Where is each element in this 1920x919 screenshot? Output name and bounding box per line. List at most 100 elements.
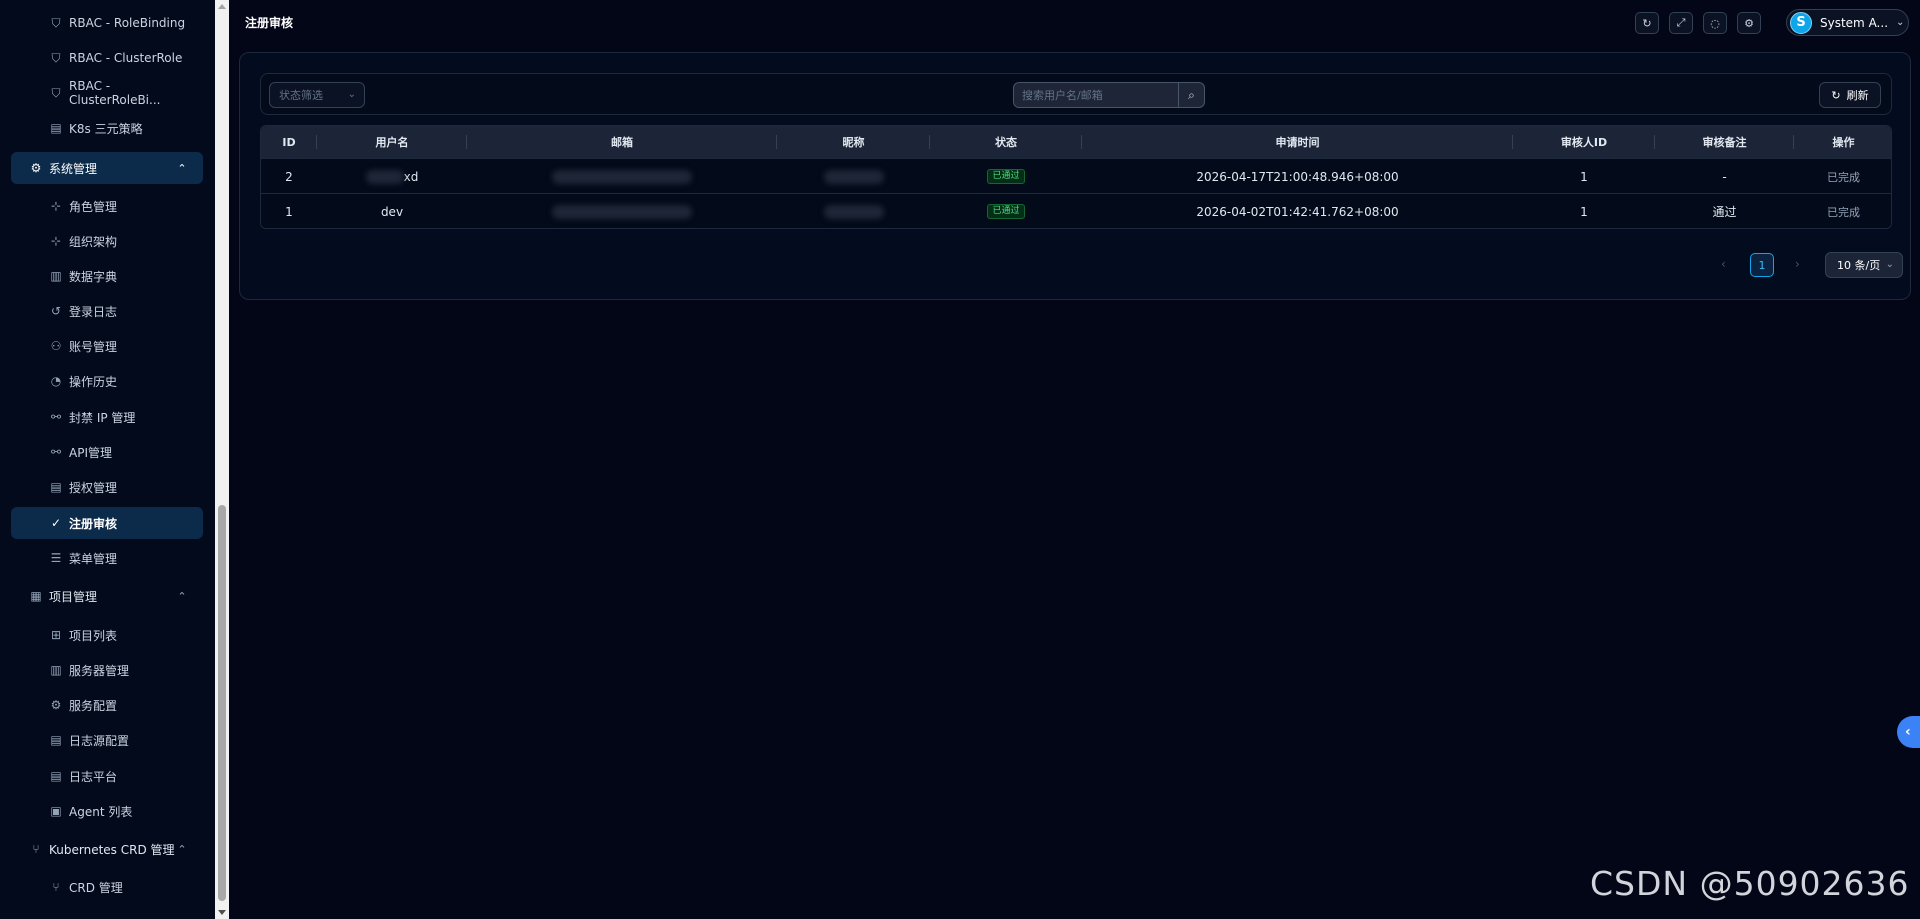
search-button[interactable]: ⌕ — [1178, 83, 1204, 107]
book-icon: ▥ — [50, 663, 62, 677]
page-title: 注册审核 — [245, 16, 294, 30]
chevron-down-icon: ⌄ — [1885, 259, 1894, 270]
sidebar-item-api[interactable]: ⚯ API管理 — [11, 436, 203, 468]
sidebar-item-agent-list[interactable]: ▣ Agent 列表 — [11, 795, 203, 827]
sidebar-item-auth[interactable]: ▤ 授权管理 — [11, 471, 203, 503]
sidebar-item-label: 菜单管理 — [69, 551, 118, 566]
sidebar-item-label: 登录日志 — [69, 304, 118, 319]
sidebar-item-label: 封禁 IP 管理 — [69, 410, 136, 425]
pagination-next-button[interactable]: › — [1795, 257, 1800, 271]
sidebar-item-label: Agent 列表 — [69, 804, 133, 819]
sidebar-item-label: CRD 管理 — [69, 880, 123, 895]
sidebar-item-k8s-policy[interactable]: ▤ K8s 三元策略 — [11, 112, 203, 144]
cell-reviewer-id: 1 — [1580, 169, 1588, 184]
sidebar-item-registration-review[interactable]: ✓ 注册审核 — [11, 507, 203, 539]
sidebar-group-system[interactable]: ⚙ 系统管理 ⌃ — [11, 152, 203, 184]
pagination-prev-button[interactable]: ‹ — [1721, 257, 1726, 271]
cell-reviewer-id: 1 — [1580, 204, 1588, 219]
sidebar-scrollbar[interactable] — [215, 0, 229, 919]
sidebar-group-label: 系统管理 — [49, 161, 98, 176]
column-header-email: 邮箱 — [467, 126, 777, 158]
page-size-select[interactable]: 10 条/页 ⌄ — [1825, 252, 1903, 278]
fullscreen-button[interactable]: ⤢ — [1669, 12, 1693, 34]
sidebar-item-accounts[interactable]: ⚇ 账号管理 — [11, 330, 203, 362]
link-icon: ⚯ — [50, 445, 62, 459]
search-input[interactable] — [1014, 83, 1178, 107]
sidebar-item-label: 账号管理 — [69, 339, 118, 354]
sidebar-item-rbac-clusterrolebinding[interactable]: ⛉ RBAC - ClusterRoleBi... — [11, 77, 203, 109]
sidebar-item-dictionary[interactable]: ▥ 数据字典 — [11, 260, 203, 292]
column-header-nickname: 昵称 — [777, 126, 930, 158]
scroll-up-arrow-icon[interactable] — [218, 4, 226, 9]
sidebar-item-log-source[interactable]: ▤ 日志源配置 — [11, 724, 203, 756]
sidebar-item-label: RBAC - ClusterRole — [69, 51, 183, 65]
reload-button[interactable]: ↻ — [1635, 12, 1659, 34]
chevron-left-icon: ‹ — [1905, 724, 1911, 740]
refresh-label: 刷新 — [1846, 89, 1869, 102]
cell-applied-at: 2026-04-17T21:00:48.946+08:00 — [1196, 169, 1399, 184]
main-content: 注册审核 ↻ ⤢ ◌ ⚙ S System A... ⌄ 状态筛选 ⌄ 搜索用户… — [229, 0, 1920, 919]
document-icon: ▤ — [50, 769, 62, 783]
sidebar-item-servers[interactable]: ▥ 服务器管理 — [11, 654, 203, 686]
chevron-up-icon: ⌃ — [177, 589, 187, 603]
sidebar-item-rbac-clusterrole[interactable]: ⛉ RBAC - ClusterRole — [11, 42, 203, 74]
shield-icon: ⛉ — [51, 86, 61, 100]
settings-button[interactable]: ⚙ — [1737, 12, 1761, 34]
theme-button[interactable]: ◌ — [1703, 12, 1727, 34]
status-filter-select[interactable]: 状态筛选 ⌄ — [269, 82, 365, 108]
sidebar-item-org[interactable]: ⊹ 组织架构 — [11, 225, 203, 257]
table-row: 2 xd 已通过 2026-04-17T21:00:48.946+08:00 1… — [261, 158, 1891, 194]
hierarchy-icon: ⊹ — [50, 199, 62, 213]
user-menu[interactable]: S System A... ⌄ — [1786, 9, 1909, 36]
status-filter-placeholder: 状态筛选 — [279, 89, 323, 102]
shield-icon: ⛉ — [51, 51, 61, 65]
document-icon: ▤ — [50, 733, 62, 747]
sidebar-group-k8s-crd[interactable]: ⑂ Kubernetes CRD 管理 ⌃ — [11, 833, 203, 865]
reload-icon: ↻ — [1642, 16, 1652, 30]
cell-nickname — [777, 159, 930, 194]
chevron-up-icon: ⌃ — [177, 161, 187, 175]
refresh-button[interactable]: ↻ 刷新 — [1819, 82, 1881, 108]
column-header-applied-at: 申请时间 — [1082, 126, 1513, 158]
sidebar-item-label: RBAC - ClusterRoleBi... — [69, 79, 161, 107]
scrollbar-thumb[interactable] — [218, 505, 226, 901]
column-header-action: 操作 — [1832, 136, 1855, 149]
expand-icon: ⤢ — [1676, 16, 1686, 29]
topbar: 注册审核 ↻ ⤢ ◌ ⚙ S System A... ⌄ — [229, 0, 1920, 44]
monitor-icon: ▣ — [50, 804, 62, 818]
registration-review-card: 状态筛选 ⌄ ⌕ ↻ 刷新 ID 用户名 邮箱 昵称 状态 申请时间 — [239, 52, 1911, 300]
sidebar-item-crd[interactable]: ⑂ CRD 管理 — [11, 871, 203, 903]
sidebar-item-login-log[interactable]: ↺ 登录日志 — [11, 295, 203, 327]
sidebar: ⛉ RBAC - RoleBinding ⛉ RBAC - ClusterRol… — [0, 0, 215, 919]
sidebar-item-project-list[interactable]: ⊞ 项目列表 — [11, 619, 203, 651]
sidebar-item-service-config[interactable]: ⚙ 服务配置 — [11, 689, 203, 721]
gear-icon: ⚙ — [30, 161, 42, 175]
cell-id: 1 — [285, 204, 293, 219]
book-icon: ▥ — [50, 269, 62, 283]
table-row: 1 dev 已通过 2026-04-02T01:42:41.762+08:00 … — [261, 193, 1891, 228]
sidebar-group-project[interactable]: ▦ 项目管理 ⌃ — [11, 580, 203, 612]
layout-icon: ▦ — [30, 589, 42, 603]
pagination-page-button[interactable]: 1 — [1750, 253, 1774, 277]
sidebar-item-menu[interactable]: ☰ 菜单管理 — [11, 542, 203, 574]
sidebar-item-roles[interactable]: ⊹ 角色管理 — [11, 190, 203, 222]
sidebar-item-rbac-rolebinding[interactable]: ⛉ RBAC - RoleBinding — [11, 7, 203, 39]
column-header-status: 状态 — [930, 126, 1082, 158]
sidebar-item-label: 日志源配置 — [69, 733, 130, 748]
chevron-up-icon: ⌃ — [177, 842, 187, 856]
sidebar-item-label: 项目列表 — [69, 628, 118, 643]
column-header-reviewer-id: 审核人ID — [1513, 126, 1655, 158]
link-icon: ⚯ — [50, 410, 62, 424]
refresh-icon: ↻ — [1831, 88, 1841, 102]
sidebar-item-label: API管理 — [69, 445, 112, 460]
hierarchy-icon: ⊹ — [50, 234, 62, 248]
sidebar-item-log-platform[interactable]: ▤ 日志平台 — [11, 760, 203, 792]
scroll-down-arrow-icon[interactable] — [218, 910, 226, 915]
cell-status: 已通过 — [930, 159, 1082, 194]
cell-email — [467, 159, 777, 194]
sidebar-item-label: 服务器管理 — [69, 663, 130, 678]
search-box: ⌕ — [1013, 82, 1205, 108]
sidebar-item-ip-ban[interactable]: ⚯ 封禁 IP 管理 — [11, 401, 203, 433]
sidebar-item-history[interactable]: ◔ 操作历史 — [11, 365, 203, 397]
registration-table: ID 用户名 邮箱 昵称 状态 申请时间 审核人ID 审核备注 操作 2 xd — [260, 125, 1892, 229]
